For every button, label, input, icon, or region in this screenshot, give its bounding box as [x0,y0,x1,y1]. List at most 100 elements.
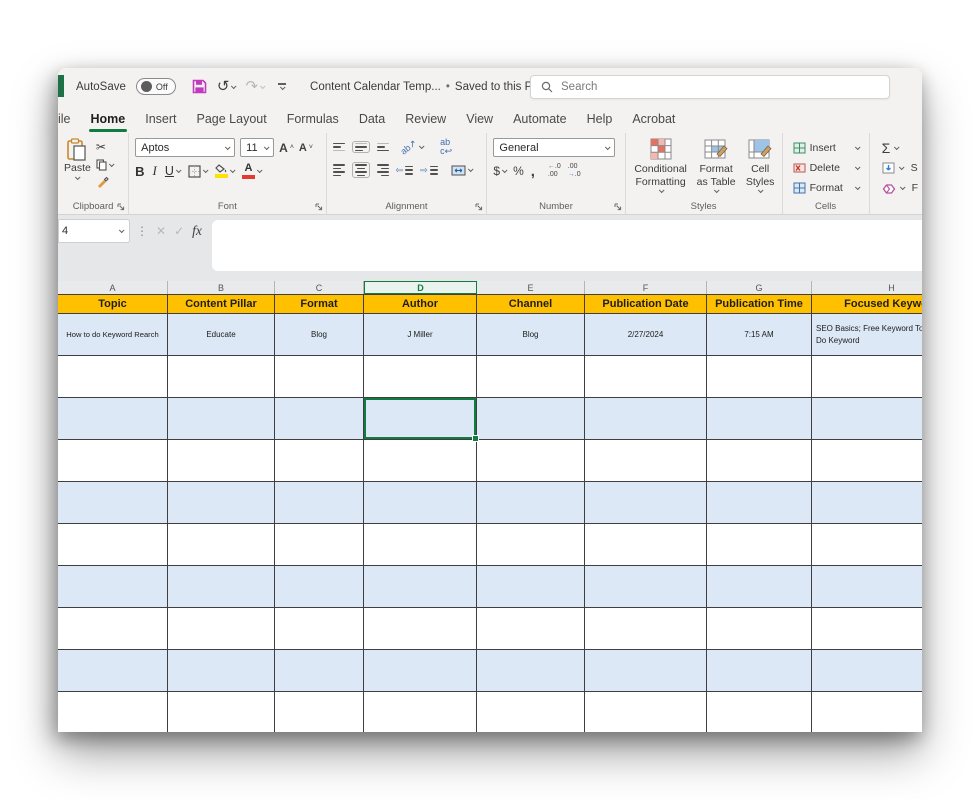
cell-D10[interactable] [364,650,477,691]
ribbon-tab-formulas[interactable]: Formulas [277,107,349,131]
column-letter-C[interactable]: C [275,281,364,294]
number-format-select[interactable]: General [493,138,615,157]
ribbon-tab-view[interactable]: View [456,107,503,131]
format-as-table-button[interactable]: Format as Table [694,138,739,198]
cell-B6[interactable] [168,482,275,523]
align-center-icon[interactable] [352,162,370,178]
cell-H3[interactable] [812,356,922,397]
ribbon-tab-page-layout[interactable]: Page Layout [187,107,277,131]
cell-H11[interactable] [812,692,922,732]
search-box[interactable] [530,75,890,99]
cell-H4[interactable] [812,398,922,439]
cell-A2[interactable]: How to do Keyword Rearch [58,314,168,355]
cell-D8[interactable] [364,566,477,607]
cell-D11[interactable] [364,692,477,732]
cell-C6[interactable] [275,482,364,523]
cell-D3[interactable] [364,356,477,397]
cell-G7[interactable] [707,524,812,565]
cell-E4[interactable] [477,398,585,439]
header-cell-author[interactable]: Author [364,295,477,313]
accounting-format-icon[interactable]: $ [493,164,506,178]
decrease-font-size-icon[interactable]: A˅ [299,142,313,154]
cell-B4[interactable] [168,398,275,439]
percent-style-icon[interactable]: % [513,164,524,178]
cell-C7[interactable] [275,524,364,565]
cell-E3[interactable] [477,356,585,397]
cell-G10[interactable] [707,650,812,691]
merge-center-icon[interactable] [451,165,472,176]
bottom-align-icon[interactable] [377,143,389,152]
middle-align-icon[interactable] [352,141,370,154]
cell-D2[interactable]: J Miller [364,314,477,355]
font-size-select[interactable]: 11 [240,138,274,157]
cell-C3[interactable] [275,356,364,397]
ribbon-tab-automate[interactable]: Automate [503,107,577,131]
cell-E5[interactable] [477,440,585,481]
cell-H7[interactable] [812,524,922,565]
autosave-toggle[interactable]: Off [136,78,176,95]
cell-A10[interactable] [58,650,168,691]
cell-E7[interactable] [477,524,585,565]
cell-A8[interactable] [58,566,168,607]
cell-C11[interactable] [275,692,364,732]
header-cell-format[interactable]: Format [275,295,364,313]
cell-G4[interactable] [707,398,812,439]
column-letter-A[interactable]: A [58,281,168,294]
cell-H5[interactable] [812,440,922,481]
document-title[interactable]: Content Calendar Temp... • Saved to this… [310,81,550,93]
cell-C10[interactable] [275,650,364,691]
cell-D7[interactable] [364,524,477,565]
cell-F8[interactable] [585,566,707,607]
cell-F11[interactable] [585,692,707,732]
cell-C4[interactable] [275,398,364,439]
ribbon-tab-home[interactable]: Home [81,107,136,131]
header-cell-publication-date[interactable]: Publication Date [585,295,707,313]
orientation-icon[interactable]: ab↗ [400,142,424,153]
ribbon-tab-data[interactable]: Data [349,107,395,131]
cell-B9[interactable] [168,608,275,649]
conditional-formatting-button[interactable]: Conditional Formatting [632,138,690,198]
cell-E10[interactable] [477,650,585,691]
cell-A3[interactable] [58,356,168,397]
bold-icon[interactable]: B [135,164,144,179]
cell-E6[interactable] [477,482,585,523]
cell-D5[interactable] [364,440,477,481]
cell-H6[interactable] [812,482,922,523]
insert-function-icon[interactable]: fx [192,223,202,239]
wrap-text-icon[interactable]: abc↩ [440,138,452,156]
cell-F2[interactable]: 2/27/2024 [585,314,707,355]
formula-bar-grip-icon[interactable]: ⋮ [136,224,148,238]
cell-C8[interactable] [275,566,364,607]
font-dialog-launcher-icon[interactable] [315,203,323,211]
paste-button[interactable]: Paste [64,138,91,180]
cell-D9[interactable] [364,608,477,649]
undo-button[interactable]: ↺ [217,79,236,94]
comma-style-icon[interactable]: , [531,167,535,176]
cell-A11[interactable] [58,692,168,732]
cell-B3[interactable] [168,356,275,397]
cell-E2[interactable]: Blog [477,314,585,355]
cell-C2[interactable]: Blog [275,314,364,355]
align-right-icon[interactable] [377,164,389,176]
cell-styles-button[interactable]: Cell Styles [743,138,778,198]
cell-F7[interactable] [585,524,707,565]
ribbon-tab-ile[interactable]: ile [58,107,81,131]
cell-B10[interactable] [168,650,275,691]
redo-button[interactable]: ↷ [245,79,264,94]
cell-F9[interactable] [585,608,707,649]
cell-B7[interactable] [168,524,275,565]
delete-cells-button[interactable]: Delete [793,158,865,178]
increase-indent-icon[interactable]: ⇨ [420,165,438,176]
cell-G6[interactable] [707,482,812,523]
cell-B11[interactable] [168,692,275,732]
cell-F6[interactable] [585,482,707,523]
search-input[interactable] [561,81,879,93]
cell-F3[interactable] [585,356,707,397]
increase-font-size-icon[interactable]: A˄ [279,141,294,155]
cell-C5[interactable] [275,440,364,481]
formula-input[interactable] [212,220,922,271]
cell-D6[interactable] [364,482,477,523]
customize-quick-access-icon[interactable] [278,83,286,89]
cell-A7[interactable] [58,524,168,565]
column-letter-H[interactable]: H [812,281,922,294]
